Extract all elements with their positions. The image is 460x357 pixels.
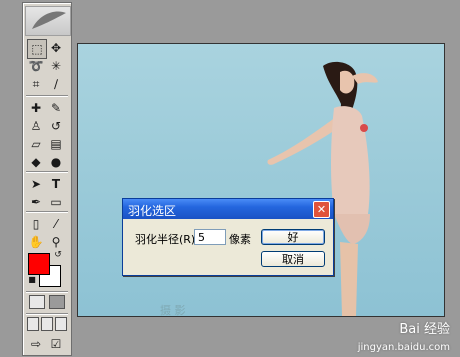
toolbox-divider <box>26 211 68 213</box>
ok-button[interactable]: 好 <box>261 229 325 245</box>
quick-mask-mode-icon[interactable] <box>49 295 65 309</box>
lasso-tool-icon[interactable]: ➰ <box>27 57 45 75</box>
zoom-tool-icon[interactable]: ⚲ <box>47 233 65 251</box>
toolbox-divider <box>26 291 68 293</box>
jump-to-imageready-icon[interactable]: ⇨ <box>27 335 45 353</box>
move-tool-icon[interactable]: ✥ <box>47 39 65 57</box>
eraser-tool-icon[interactable]: ▱ <box>27 135 45 153</box>
history-brush-tool-icon[interactable]: ↺ <box>47 117 65 135</box>
shape-tool-icon[interactable]: ▭ <box>47 193 65 211</box>
unit-label: 像素 <box>229 233 251 246</box>
healing-brush-tool-icon[interactable]: ✚ <box>27 99 45 117</box>
foreground-color-swatch[interactable] <box>28 253 50 275</box>
eyedropper-tool-icon[interactable]: ⁄ <box>47 215 65 233</box>
toolbox-divider <box>26 95 68 97</box>
brand-watermark: Bai 经验 <box>399 322 450 337</box>
dialog-title: 羽化选区 <box>128 204 177 218</box>
toolbox-divider <box>26 313 68 315</box>
pen-tool-icon[interactable]: ✒ <box>27 193 45 211</box>
toolbox-logo <box>25 6 71 36</box>
blur-tool-icon[interactable]: ◆ <box>27 153 45 171</box>
screen-mode-standard-icon[interactable] <box>27 317 39 331</box>
slice-tool-icon[interactable]: ∕ <box>47 75 65 93</box>
type-tool-icon[interactable]: T <box>47 175 65 193</box>
feather-radius-input[interactable]: 5 <box>194 229 226 245</box>
path-selection-tool-icon[interactable]: ➤ <box>27 175 45 193</box>
cancel-button[interactable]: 取消 <box>261 251 325 267</box>
brush-tool-icon[interactable]: ✎ <box>47 99 65 117</box>
feather-radius-label: 羽化半径(R): <box>135 233 199 246</box>
screen-mode-menu-icon[interactable] <box>41 317 53 331</box>
magic-wand-tool-icon[interactable]: ✳ <box>47 57 65 75</box>
toolbox-panel: ⬚ ✥ ➰ ✳ ⌗ ∕ ✚ ✎ ♙ ↺ ▱ ▤ ◆ ● ➤ T ✒ ▭ ▯ ⁄ … <box>22 2 72 356</box>
default-colors-icon[interactable]: ■ <box>27 275 37 285</box>
image-watermark: 摄 影 <box>160 304 186 317</box>
clone-stamp-tool-icon[interactable]: ♙ <box>27 117 45 135</box>
notes-tool-icon[interactable]: ▯ <box>27 215 45 233</box>
dialog-titlebar[interactable]: 羽化选区 ✕ <box>123 199 333 219</box>
hand-tool-icon[interactable]: ✋ <box>27 233 45 251</box>
toolbox-divider <box>26 171 68 173</box>
feather-selection-dialog: 羽化选区 ✕ 羽化半径(R): 5 像素 好 取消 <box>122 198 334 276</box>
close-button[interactable]: ✕ <box>313 201 330 218</box>
standard-mode-icon[interactable] <box>29 295 45 309</box>
gradient-tool-icon[interactable]: ▤ <box>47 135 65 153</box>
screen-mode-full-icon[interactable] <box>55 317 67 331</box>
crop-tool-icon[interactable]: ⌗ <box>27 75 45 93</box>
dodge-tool-icon[interactable]: ● <box>47 153 65 171</box>
url-watermark: jingyan.baidu.com <box>357 342 450 353</box>
edit-icon[interactable]: ☑ <box>47 335 65 353</box>
marquee-tool-icon[interactable]: ⬚ <box>27 39 47 59</box>
swap-colors-icon[interactable]: ↺ <box>53 250 63 260</box>
